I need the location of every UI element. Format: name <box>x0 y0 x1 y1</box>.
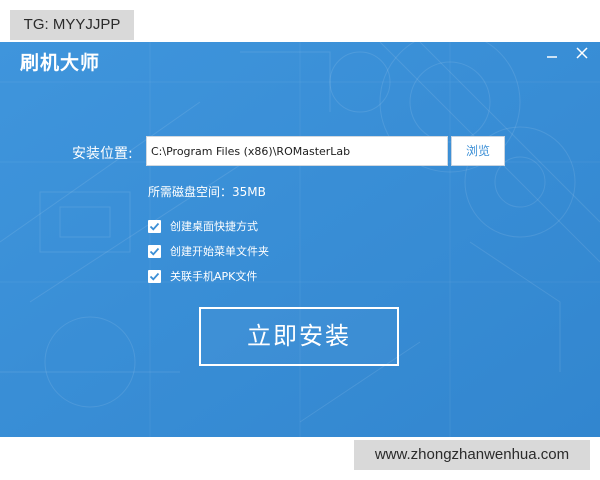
window-title: 刷机大师 <box>20 52 101 74</box>
minimize-icon[interactable] <box>544 46 560 62</box>
option-label: 关联手机APK文件 <box>170 270 258 283</box>
checkbox[interactable] <box>148 244 161 258</box>
disk-space-text: 所需磁盘空间：35MB <box>148 185 266 199</box>
checkmark-icon <box>149 272 160 281</box>
checkmark-icon <box>149 222 160 231</box>
install-location-label: 安装位置: <box>72 146 133 162</box>
checkmark-icon <box>149 247 160 256</box>
checkbox[interactable] <box>148 219 161 233</box>
option-desktop-shortcut[interactable]: 创建桌面快捷方式 <box>148 218 258 234</box>
option-start-menu-folder[interactable]: 创建开始菜单文件夹 <box>148 243 269 259</box>
page: TG: MYYJJPP 刷机大师 安装位置: C:\Program Files … <box>0 0 600 480</box>
option-associate-apk[interactable]: 关联手机APK文件 <box>148 268 257 284</box>
installer-window: 刷机大师 安装位置: 浏览 所需磁盘空间：35MB 创建桌面快捷方式 创建开始菜… <box>0 42 600 437</box>
option-label: 创建开始菜单文件夹 <box>170 245 269 258</box>
option-label: 创建桌面快捷方式 <box>170 220 258 233</box>
checkbox[interactable] <box>148 269 161 283</box>
watermark-bottom: www.zhongzhanwenhua.com <box>354 440 590 470</box>
browse-button[interactable]: 浏览 <box>451 136 505 166</box>
watermark-top: TG: MYYJJPP <box>10 10 134 40</box>
install-now-button[interactable]: 立即安装 <box>199 307 399 366</box>
install-path-input[interactable] <box>146 136 448 166</box>
window-controls <box>544 46 590 62</box>
background-blueprint-art <box>0 42 600 437</box>
close-icon[interactable] <box>574 46 590 62</box>
